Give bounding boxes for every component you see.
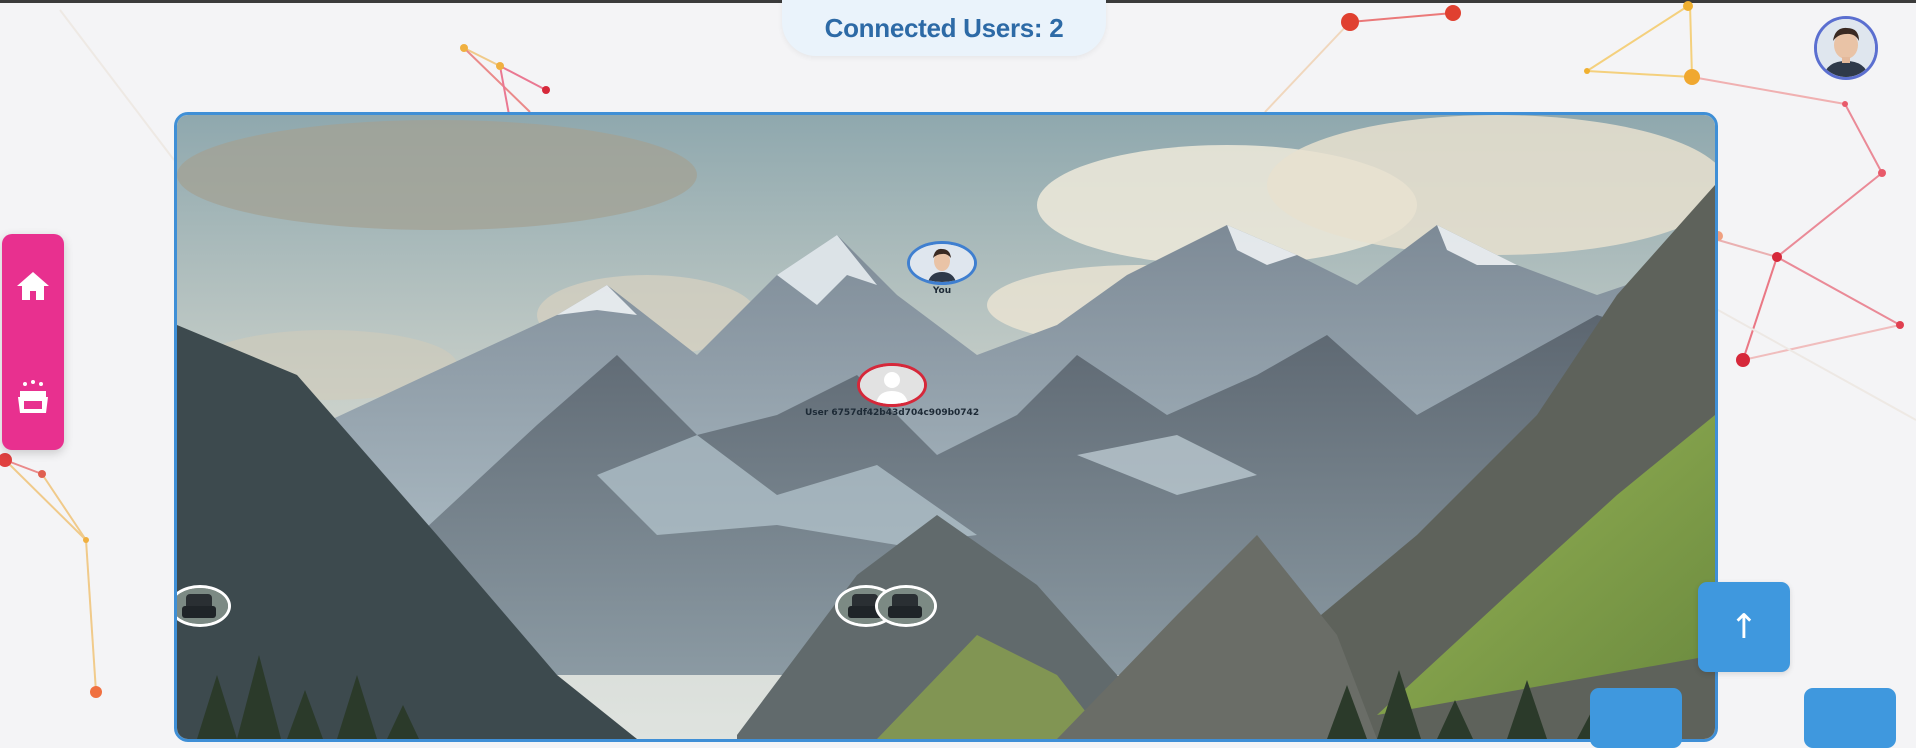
- room-viewport[interactable]: You User 6757df42b43d704c909b0742: [174, 112, 1718, 742]
- user-avatar-you: [907, 241, 977, 285]
- cinema-icon: [18, 380, 48, 413]
- nav-cinema-button[interactable]: [2, 368, 64, 428]
- person-avatar-icon: [1817, 19, 1875, 77]
- user-marker-you[interactable]: You: [907, 241, 977, 296]
- seat-center-2[interactable]: [875, 585, 937, 627]
- armchair-icon: [878, 588, 934, 624]
- profile-avatar[interactable]: [1814, 16, 1878, 80]
- mountain-landscape-background: [177, 115, 1715, 739]
- action-button-right[interactable]: [1804, 688, 1896, 748]
- person-avatar-icon: [910, 244, 974, 282]
- armchair-icon: [177, 588, 228, 624]
- user-label-other: User 6757df42b43d704c909b0742: [805, 408, 980, 418]
- connected-users-count: Connected Users: 2: [824, 12, 1064, 43]
- home-icon: [17, 272, 49, 300]
- user-avatar-other: [857, 363, 928, 407]
- connected-users-panel: Connected Users: 2: [782, 0, 1106, 56]
- nav-home-button[interactable]: [2, 256, 64, 316]
- user-marker-other[interactable]: User 6757df42b43d704c909b0742: [805, 363, 979, 418]
- scroll-to-top-button[interactable]: ↑: [1698, 582, 1790, 672]
- default-user-icon: [860, 366, 925, 404]
- action-button-left[interactable]: [1590, 688, 1682, 748]
- arrow-up-icon: ↑: [1729, 607, 1759, 647]
- user-label-you: You: [932, 286, 952, 296]
